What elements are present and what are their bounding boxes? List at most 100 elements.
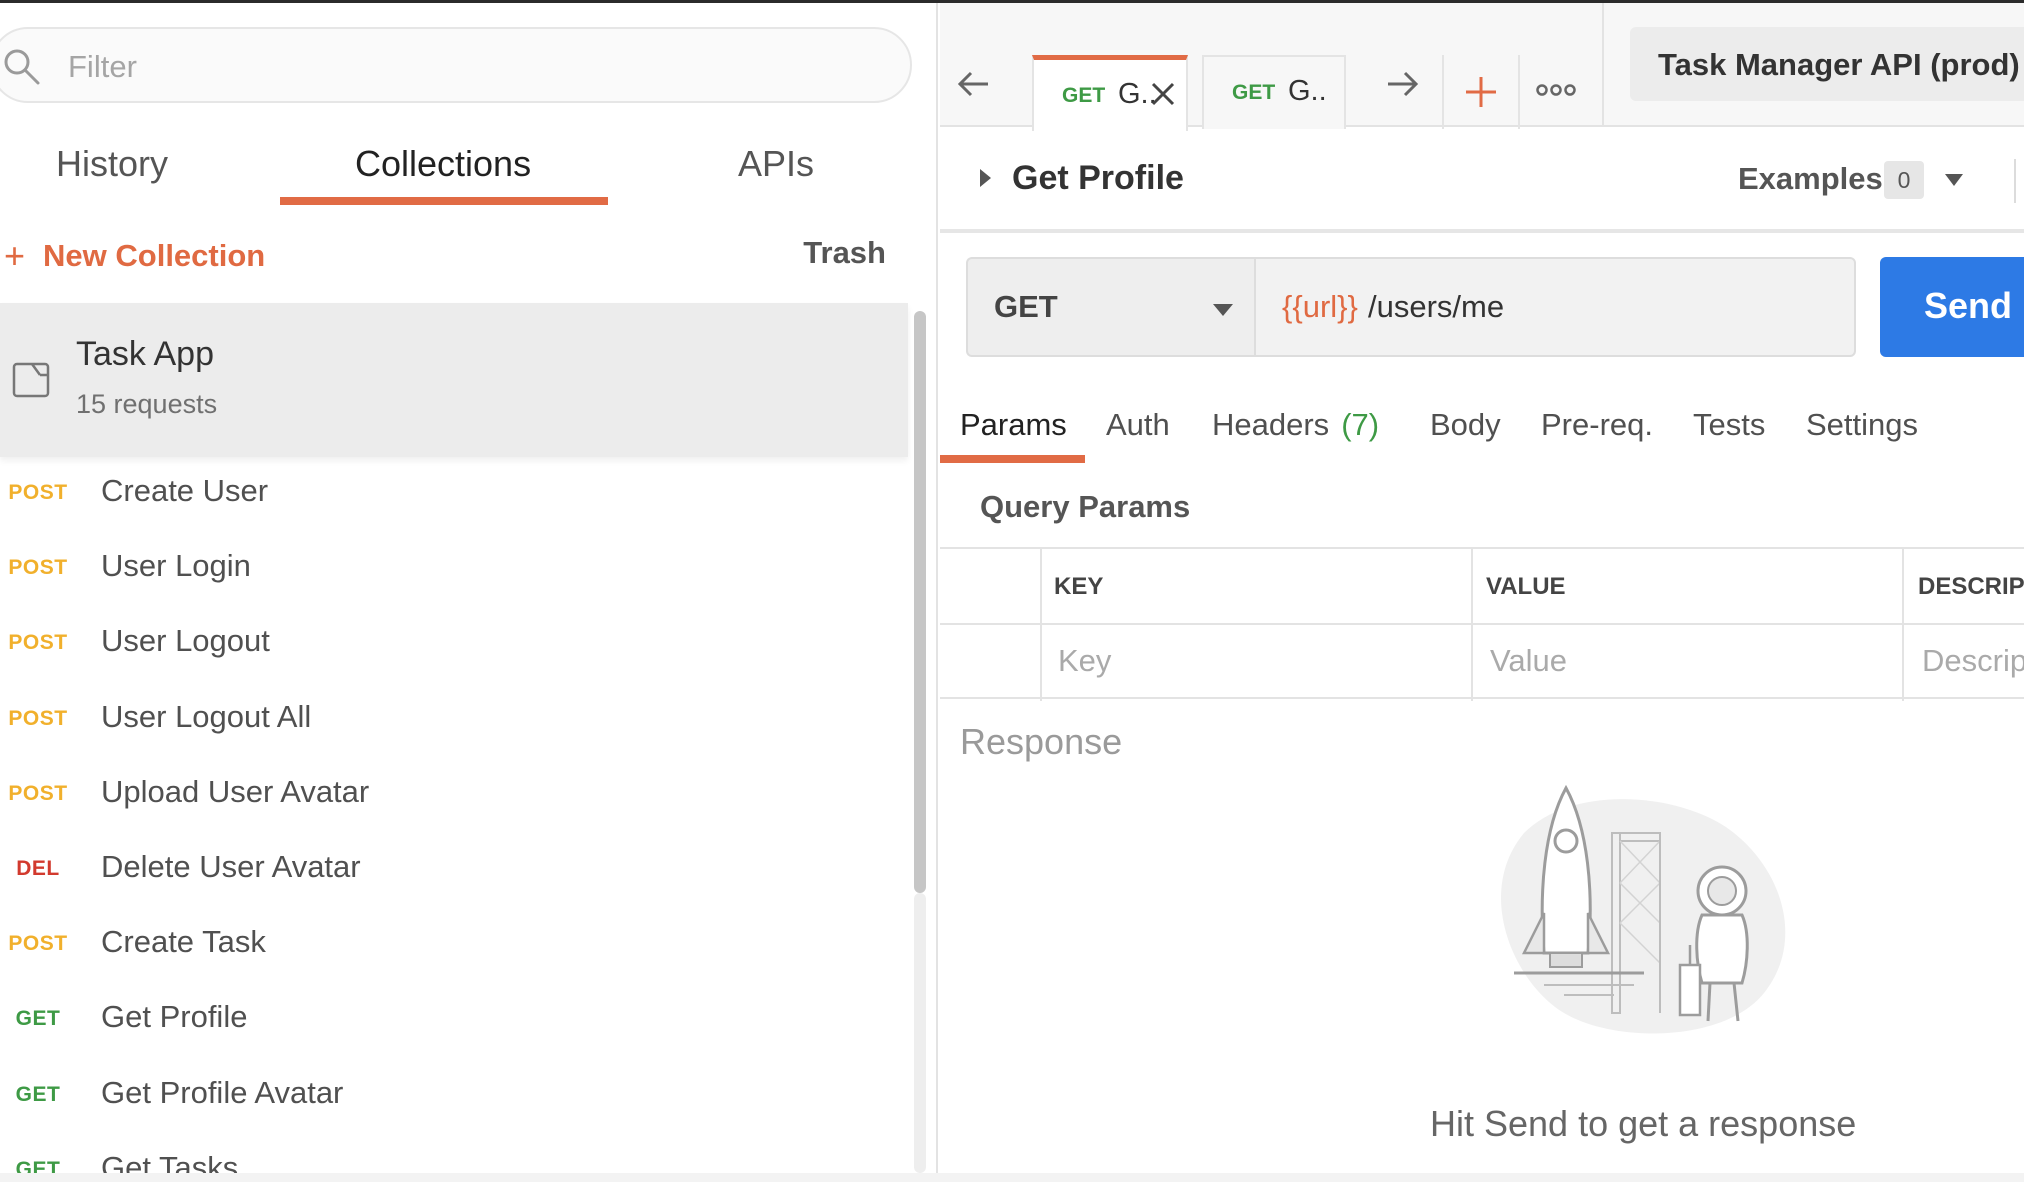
- request-name: Get Profile: [101, 999, 248, 1035]
- new-tab-button[interactable]: [1442, 55, 1518, 129]
- method-badge: GET: [15, 1007, 61, 1031]
- tab-method: GET: [1232, 81, 1276, 104]
- method-badge: DEL: [16, 856, 60, 880]
- query-params-table: KEY VALUE DESCRIPT Key Value Descrip: [940, 547, 2024, 701]
- new-collection-button[interactable]: + New Collection: [4, 235, 265, 277]
- sidebar: Filter History Collections APIs + New Co…: [0, 3, 938, 1173]
- subtab-headers[interactable]: Headers (7): [1212, 407, 1379, 443]
- arrow-left-icon[interactable]: [956, 69, 992, 99]
- subtab-params[interactable]: Params: [960, 407, 1067, 443]
- subtab-body[interactable]: Body: [1430, 407, 1501, 443]
- request-item[interactable]: GET Get Profile: [0, 983, 908, 1058]
- method-badge: POST: [8, 481, 68, 504]
- filter-input[interactable]: Filter: [0, 27, 912, 103]
- collection-task-app[interactable]: Task App 15 requests: [0, 303, 908, 457]
- request-title-row: Get Profile Examples 0: [940, 129, 2024, 233]
- examples-label[interactable]: Examples: [1738, 161, 1883, 197]
- url-input[interactable]: {{url}} /users/me: [1254, 257, 1856, 357]
- column-header-description: DESCRIPT: [1918, 573, 2024, 600]
- filter-placeholder: Filter: [68, 49, 137, 84]
- method-badge: GET: [15, 1082, 61, 1106]
- send-button[interactable]: Send: [1880, 257, 2024, 357]
- examples-count-badge: 0: [1884, 161, 1924, 199]
- caret-right-icon[interactable]: [978, 167, 992, 189]
- chevron-down-icon: [1213, 304, 1233, 316]
- request-item[interactable]: DEL Delete User Avatar: [0, 833, 908, 908]
- plus-icon: +: [4, 235, 26, 276]
- request-name: User Logout All: [101, 698, 312, 734]
- collection-name: Task App: [76, 335, 214, 373]
- url-path: /users/me: [1368, 289, 1505, 324]
- request-item[interactable]: POST User Login: [0, 532, 908, 607]
- subtab-headers-label: Headers: [1212, 407, 1330, 442]
- description-input[interactable]: Descrip: [1922, 643, 2024, 679]
- method-value: GET: [994, 289, 1058, 324]
- table-column-divider: [1471, 549, 1473, 701]
- method-badge: POST: [8, 631, 68, 655]
- tab-history[interactable]: History: [56, 143, 168, 185]
- sidebar-scrollbar-thumb[interactable]: [914, 311, 926, 893]
- request-item[interactable]: POST Create User: [0, 457, 908, 532]
- close-icon[interactable]: [1149, 80, 1177, 108]
- tab-name: G..: [1288, 75, 1327, 107]
- request-name: Upload User Avatar: [101, 773, 370, 809]
- request-tab-active[interactable]: GET G..: [1032, 55, 1188, 131]
- request-title: Get Profile: [1012, 159, 1184, 197]
- response-label: Response: [960, 721, 1123, 762]
- request-item[interactable]: POST Upload User Avatar: [0, 758, 908, 833]
- request-subtabs: Params Auth Headers (7) Body Pre-req. Tes…: [940, 399, 2024, 469]
- trash-button[interactable]: Trash: [803, 235, 886, 271]
- environment-select[interactable]: Task Manager API (prod): [1630, 27, 2024, 101]
- request-name: Get Tasks: [101, 1149, 239, 1173]
- window-bottom-edge: [0, 1173, 2024, 1182]
- request-name: User Logout: [101, 623, 270, 659]
- method-badge: POST: [8, 781, 68, 805]
- headers-count: (7): [1341, 407, 1380, 442]
- subtab-auth[interactable]: Auth: [1106, 407, 1170, 443]
- request-item[interactable]: POST User Logout: [0, 607, 908, 682]
- subtab-pre-request[interactable]: Pre-req.: [1541, 407, 1653, 443]
- request-item[interactable]: GET Get Profile Avatar: [0, 1059, 908, 1134]
- method-badge: POST: [8, 706, 68, 730]
- sidebar-scrollbar-track[interactable]: [914, 893, 926, 1173]
- more-tabs-button[interactable]: [1518, 55, 1594, 129]
- send-label: Send: [1924, 285, 2013, 326]
- value-input[interactable]: Value: [1490, 643, 1567, 679]
- url-variable: {{url}}: [1282, 289, 1358, 324]
- active-tab-indicator: [280, 197, 608, 205]
- tab-method: GET: [1062, 84, 1106, 107]
- chevron-down-icon[interactable]: [1944, 173, 1964, 187]
- search-icon: [4, 49, 40, 85]
- subtab-tests[interactable]: Tests: [1693, 407, 1765, 443]
- request-item[interactable]: GET Get Tasks: [0, 1134, 908, 1173]
- new-collection-label: New Collection: [43, 238, 266, 273]
- request-tab-bar: GET G.. GET G.. Task Manager API (prod): [940, 3, 2024, 131]
- column-header-value: VALUE: [1486, 573, 1566, 600]
- table-column-divider: [1902, 549, 1904, 701]
- method-badge: GET: [15, 1157, 61, 1173]
- request-item[interactable]: POST Create Task: [0, 908, 908, 983]
- subtab-settings[interactable]: Settings: [1806, 407, 1918, 443]
- request-name: User Login: [101, 548, 251, 584]
- sidebar-tabs: History Collections APIs: [0, 133, 936, 209]
- collection-request-count: 15 requests: [76, 389, 218, 419]
- method-badge: POST: [8, 932, 68, 956]
- table-row-divider: [940, 623, 2024, 625]
- method-badge: POST: [8, 556, 68, 580]
- tab-collections[interactable]: Collections: [355, 143, 531, 185]
- rocket-illustration: [1501, 784, 1786, 1034]
- request-name: Create User: [101, 473, 269, 508]
- request-name: Create Task: [101, 924, 266, 960]
- request-tab[interactable]: GET G..: [1202, 55, 1346, 129]
- environment-name: Task Manager API (prod): [1658, 47, 2020, 82]
- key-input[interactable]: Key: [1058, 643, 1111, 679]
- tabbar-divider: [1602, 3, 1604, 127]
- collection-folder-icon: [12, 362, 50, 398]
- request-item[interactable]: POST User Logout All: [0, 683, 908, 758]
- arrow-right-icon[interactable]: [1384, 69, 1420, 99]
- active-subtab-indicator: [940, 455, 1085, 463]
- method-select[interactable]: GET: [966, 257, 1254, 357]
- tab-apis[interactable]: APIs: [738, 143, 814, 185]
- request-name: Get Profile Avatar: [101, 1074, 344, 1110]
- more-icon: [1536, 84, 1576, 96]
